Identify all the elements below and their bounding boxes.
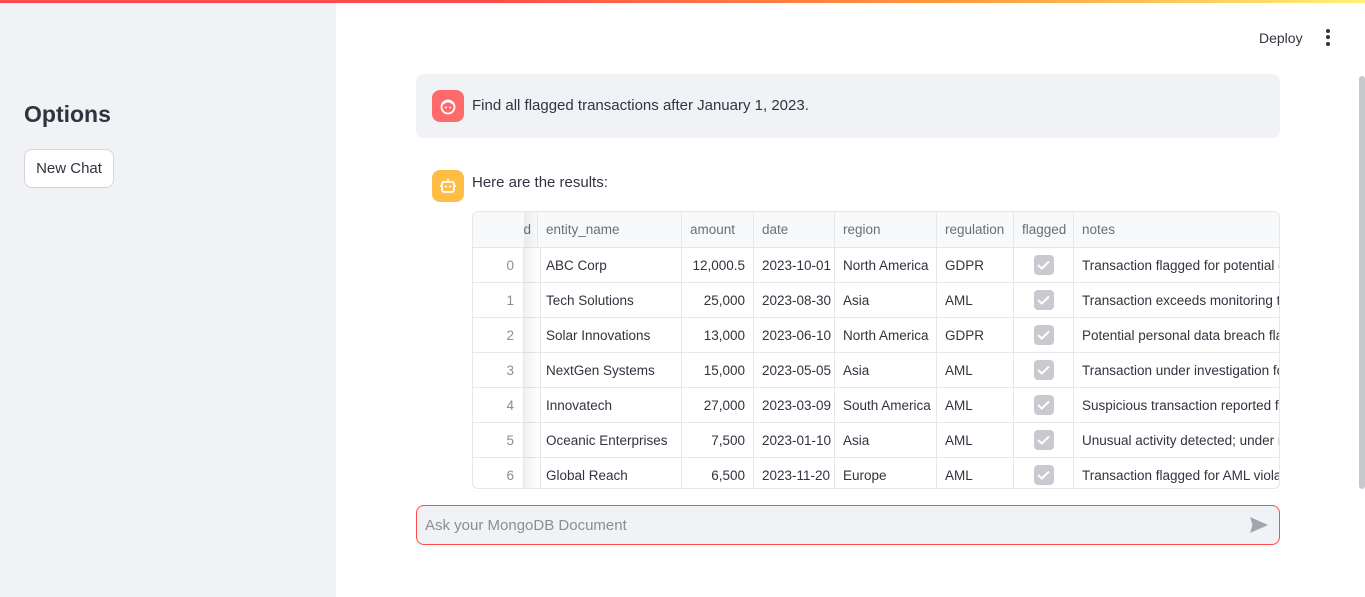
region-cell[interactable]: Asia: [835, 423, 937, 457]
date-cell[interactable]: 2023-01-10: [754, 423, 835, 457]
date-cell[interactable]: 2023-03-09: [754, 388, 835, 422]
regulation-cell[interactable]: AML: [937, 423, 1014, 457]
table-row[interactable]: 5 Oceanic Enterprises 7,500 2023-01-10 Asia A…: [473, 423, 1279, 458]
row-index[interactable]: 2: [473, 318, 524, 352]
checkbox-checked-icon: [1033, 290, 1054, 310]
amount-cell[interactable]: 7,500: [682, 423, 754, 457]
menu-dot: [1326, 41, 1330, 46]
table-row[interactable]: 2 Solar Innovations 13,000 2023-06-10 North …: [473, 318, 1279, 353]
column-header-region[interactable]: region: [835, 212, 937, 247]
flagged-cell[interactable]: [1014, 318, 1074, 352]
entity-name-cell[interactable]: Tech Solutions: [538, 283, 682, 317]
entity-name-cell[interactable]: Global Reach: [538, 458, 682, 488]
entity-name-cell[interactable]: Oceanic Enterprises: [538, 423, 682, 457]
row-index[interactable]: 4: [473, 388, 524, 422]
amount-cell[interactable]: 6,500: [682, 458, 754, 488]
flagged-cell[interactable]: [1014, 353, 1074, 387]
robot-icon: [432, 170, 464, 202]
date-cell[interactable]: 2023-10-01: [754, 248, 835, 282]
checkbox-checked-icon: [1033, 465, 1054, 485]
notes-cell[interactable]: Transaction exceeds monitoring th: [1074, 283, 1279, 317]
table-row[interactable]: 4 Innovatech 27,000 2023-03-09 South America…: [473, 388, 1279, 423]
checkbox-checked-icon: [1033, 395, 1054, 415]
entity-name-cell[interactable]: ABC Corp: [538, 248, 682, 282]
entity-name-cell[interactable]: Solar Innovations: [538, 318, 682, 352]
column-header-flagged[interactable]: flagged: [1014, 212, 1074, 247]
notes-cell[interactable]: Transaction flagged for potential c: [1074, 248, 1279, 282]
amount-cell[interactable]: 27,000: [682, 388, 754, 422]
region-cell[interactable]: North America: [835, 318, 937, 352]
regulation-cell[interactable]: AML: [937, 388, 1014, 422]
row-index[interactable]: 1: [473, 283, 524, 317]
kebab-menu-icon[interactable]: [1318, 27, 1338, 47]
user-face-icon: [432, 90, 464, 122]
new-chat-button[interactable]: New Chat: [24, 149, 114, 188]
regulation-cell[interactable]: AML: [937, 283, 1014, 317]
table-row[interactable]: 0 ABC Corp 12,000.5 2023-10-01 North America…: [473, 248, 1279, 283]
flagged-cell[interactable]: [1014, 423, 1074, 457]
date-cell[interactable]: 2023-11-20: [754, 458, 835, 488]
checkbox-checked-icon: [1033, 360, 1054, 380]
deploy-button[interactable]: Deploy: [1249, 28, 1313, 48]
column-header-entity-name[interactable]: entity_name: [538, 212, 682, 247]
chat-input-box[interactable]: [416, 505, 1280, 545]
row-index[interactable]: 5: [473, 423, 524, 457]
amount-cell[interactable]: 15,000: [682, 353, 754, 387]
page-scrollbar[interactable]: [1359, 76, 1365, 489]
user-message: Find all flagged transactions after Janu…: [416, 74, 1280, 138]
regulation-cell[interactable]: GDPR: [937, 248, 1014, 282]
amount-cell[interactable]: 25,000: [682, 283, 754, 317]
column-header-notes[interactable]: notes: [1074, 212, 1279, 247]
amount-cell[interactable]: 12,000.5: [682, 248, 754, 282]
notes-cell[interactable]: Unusual activity detected; under r: [1074, 423, 1279, 457]
notes-cell[interactable]: Transaction flagged for AML violat: [1074, 458, 1279, 488]
notes-cell[interactable]: Transaction under investigation fo: [1074, 353, 1279, 387]
column-header-amount[interactable]: amount: [682, 212, 754, 247]
column-header-date[interactable]: date: [754, 212, 835, 247]
flagged-cell[interactable]: [1014, 388, 1074, 422]
results-dataframe[interactable]: d entity_name amount date region regulat…: [472, 211, 1280, 489]
date-cell[interactable]: 2023-08-30: [754, 283, 835, 317]
row-index[interactable]: 6: [473, 458, 524, 488]
row-index[interactable]: 3: [473, 353, 524, 387]
region-cell[interactable]: Europe: [835, 458, 937, 488]
date-cell[interactable]: 2023-05-05: [754, 353, 835, 387]
user-message-text: Find all flagged transactions after Janu…: [472, 97, 809, 114]
chat-input[interactable]: [425, 506, 1225, 544]
region-cell[interactable]: Asia: [835, 283, 937, 317]
table-row[interactable]: 6 Global Reach 6,500 2023-11-20 Europe AML Tra…: [473, 458, 1279, 488]
date-cell[interactable]: 2023-06-10: [754, 318, 835, 352]
column-header-regulation[interactable]: regulation: [937, 212, 1014, 247]
checkbox-checked-icon: [1033, 325, 1054, 345]
checkbox-checked-icon: [1033, 430, 1054, 450]
table-row[interactable]: 1 Tech Solutions 25,000 2023-08-30 Asia AML Tr…: [473, 283, 1279, 318]
region-cell[interactable]: South America: [835, 388, 937, 422]
table-header-row: d entity_name amount date region regulat…: [473, 212, 1279, 248]
amount-cell[interactable]: 13,000: [682, 318, 754, 352]
checkbox-checked-icon: [1033, 255, 1054, 275]
entity-name-cell[interactable]: Innovatech: [538, 388, 682, 422]
send-icon[interactable]: [1247, 514, 1271, 536]
region-cell[interactable]: North America: [835, 248, 937, 282]
sidebar-title: Options: [24, 101, 111, 127]
column-header-id[interactable]: d: [517, 212, 538, 247]
regulation-cell[interactable]: GDPR: [937, 318, 1014, 352]
entity-name-cell[interactable]: NextGen Systems: [538, 353, 682, 387]
assistant-message-text: Here are the results:: [472, 174, 608, 191]
flagged-cell[interactable]: [1014, 248, 1074, 282]
menu-dot: [1326, 28, 1330, 33]
regulation-cell[interactable]: AML: [937, 353, 1014, 387]
notes-cell[interactable]: Suspicious transaction reported fo: [1074, 388, 1279, 422]
flagged-cell[interactable]: [1014, 283, 1074, 317]
notes-cell[interactable]: Potential personal data breach fla: [1074, 318, 1279, 352]
table-row[interactable]: 3 NextGen Systems 15,000 2023-05-05 Asia AML T…: [473, 353, 1279, 388]
region-cell[interactable]: Asia: [835, 353, 937, 387]
sidebar: Options New Chat: [0, 3, 336, 597]
regulation-cell[interactable]: AML: [937, 458, 1014, 488]
flagged-cell[interactable]: [1014, 458, 1074, 488]
menu-dot: [1326, 35, 1330, 39]
row-index[interactable]: 0: [473, 248, 524, 282]
